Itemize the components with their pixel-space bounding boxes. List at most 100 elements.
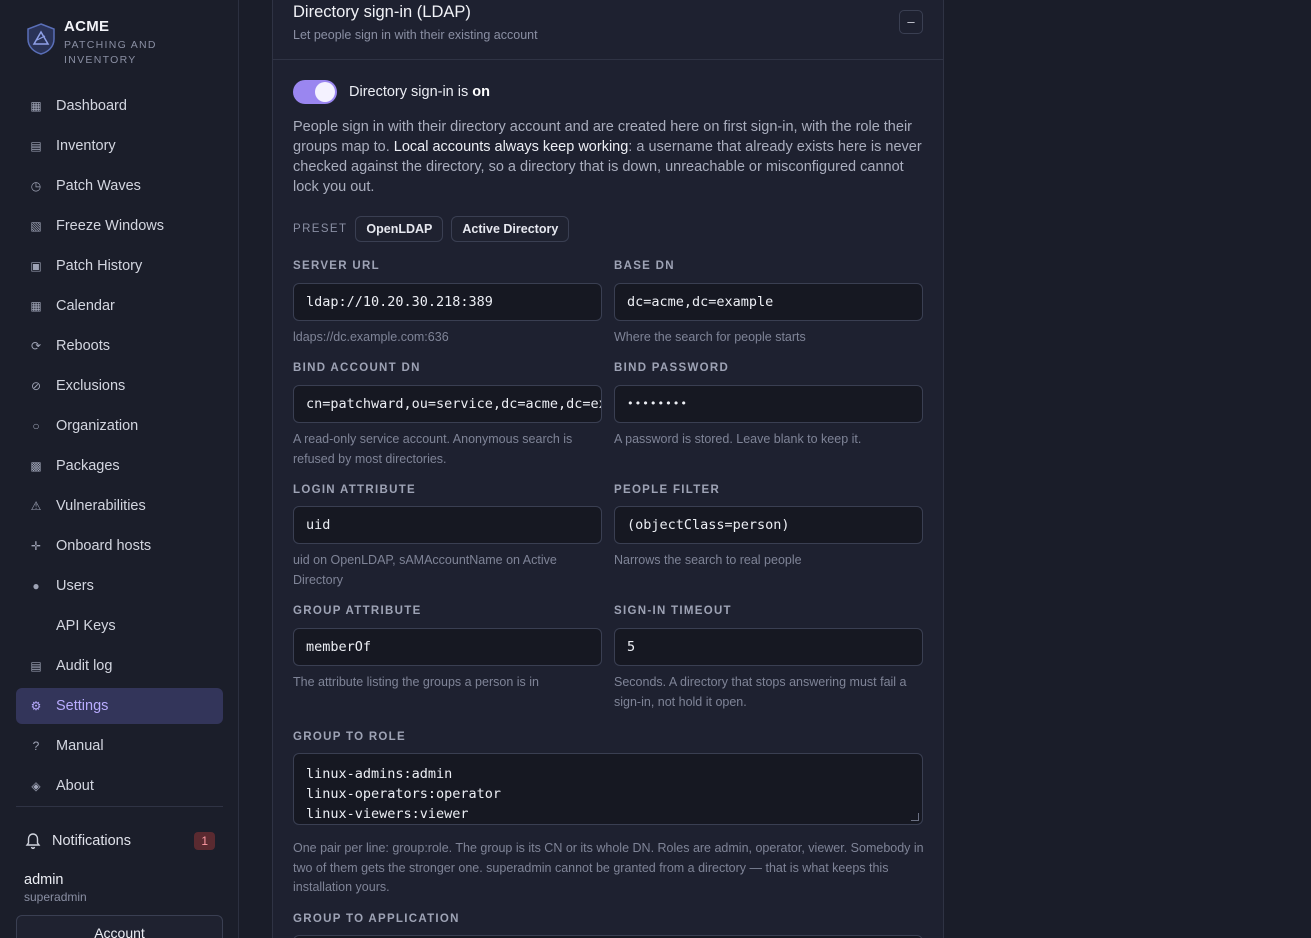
toggle-knob bbox=[315, 82, 335, 102]
bind-password-input[interactable]: •••••••• bbox=[614, 385, 923, 423]
bind-dn-label: BIND ACCOUNT DN bbox=[293, 362, 421, 374]
sidebar-item-onboard-hosts[interactable]: ✛ Onboard hosts bbox=[16, 528, 223, 564]
sidebar-item-vulnerabilities[interactable]: ⚠ Vulnerabilities bbox=[16, 488, 223, 524]
account-button[interactable]: Account bbox=[16, 915, 223, 938]
bell-icon bbox=[25, 833, 41, 850]
sidebar-item-label: Vulnerabilities bbox=[56, 498, 146, 514]
sidebar-item-label: Dashboard bbox=[56, 98, 127, 114]
ldap-settings-card: Directory sign-in (LDAP) Let people sign… bbox=[272, 0, 944, 938]
people-filter-label: PEOPLE FILTER bbox=[614, 484, 721, 496]
people-filter-help: Narrows the search to real people bbox=[614, 553, 802, 567]
toggle-label-prefix: Directory sign-in is bbox=[349, 84, 469, 100]
sidebar-item-label: Settings bbox=[56, 698, 109, 714]
sidebar-item-freeze-windows[interactable]: ▧ Freeze Windows bbox=[16, 208, 223, 244]
sidebar-item-calendar[interactable]: ▦ Calendar bbox=[16, 288, 223, 324]
sidebar-item-settings[interactable]: ⚙ Settings bbox=[16, 688, 223, 724]
notifications-count-badge: 1 bbox=[194, 832, 215, 850]
sidebar-item-organization[interactable]: ○ Organization bbox=[16, 408, 223, 444]
sidebar-item-audit-log[interactable]: ▤ Audit log bbox=[16, 648, 223, 684]
sidebar-item-label: Exclusions bbox=[56, 378, 126, 394]
user-role: superadmin bbox=[24, 890, 87, 904]
sidebar-item-users[interactable]: ● Users bbox=[16, 568, 223, 604]
calendar-icon: ▦ bbox=[30, 299, 42, 313]
sidebar-item-label: API Keys bbox=[56, 618, 116, 634]
intro-strong: Local accounts always keep working bbox=[393, 139, 629, 155]
brand-subtitle: PATCHING AND INVENTORY bbox=[64, 39, 157, 66]
sidebar-item-label: Reboots bbox=[56, 338, 111, 354]
signin-timeout-help: Seconds. A directory that stops answerin… bbox=[614, 675, 907, 709]
group-attribute-input[interactable]: memberOf bbox=[293, 628, 602, 666]
people-filter-input[interactable]: (objectClass=person) bbox=[614, 506, 923, 544]
preset-active-directory-button[interactable]: Active Directory bbox=[451, 216, 570, 242]
collapse-button[interactable]: – bbox=[899, 10, 923, 34]
signin-timeout-label: SIGN-IN TIMEOUT bbox=[614, 605, 732, 617]
sidebar-item-exclusions[interactable]: ⊘ Exclusions bbox=[16, 368, 223, 404]
directory-signin-toggle-row: Directory sign-in is on bbox=[293, 80, 490, 104]
warning-icon: ⚠ bbox=[30, 499, 42, 513]
sidebar-item-reboots[interactable]: ⟳ Reboots bbox=[16, 328, 223, 364]
brand[interactable]: ACME PATCHING AND INVENTORY bbox=[24, 18, 174, 68]
signin-timeout-input[interactable]: 5 bbox=[614, 628, 923, 666]
user-name: admin bbox=[24, 872, 64, 888]
notifications-button[interactable]: Notifications 1 bbox=[24, 828, 215, 854]
group-to-role-label: GROUP TO ROLE bbox=[293, 731, 406, 743]
brand-name: ACME bbox=[64, 18, 110, 35]
card-header: Directory sign-in (LDAP) Let people sign… bbox=[273, 0, 943, 60]
sidebar-item-label: Freeze Windows bbox=[56, 218, 164, 234]
bind-password-label: BIND PASSWORD bbox=[614, 362, 730, 374]
sidebar-item-about[interactable]: ◈ About bbox=[16, 768, 223, 804]
bind-password-help: A password is stored. Leave blank to kee… bbox=[614, 432, 862, 446]
inventory-icon: ▤ bbox=[30, 139, 42, 153]
directory-signin-toggle[interactable] bbox=[293, 80, 337, 104]
notifications-label: Notifications bbox=[52, 833, 131, 849]
group-to-role-line: linux-admins:admin bbox=[306, 766, 453, 782]
sidebar-item-label: Users bbox=[56, 578, 94, 594]
group-to-application-label: GROUP TO APPLICATION bbox=[293, 913, 460, 925]
shield-logo-icon bbox=[27, 23, 55, 55]
base-dn-help: Where the search for people starts bbox=[614, 330, 806, 344]
group-attribute-label: GROUP ATTRIBUTE bbox=[293, 605, 422, 617]
bind-dn-input[interactable]: cn=patchward,ou=service,dc=acme,dc=examp… bbox=[293, 385, 602, 423]
help-icon: ? bbox=[32, 739, 40, 753]
sidebar-item-label: Inventory bbox=[56, 138, 116, 154]
toggle-label: Directory sign-in is on bbox=[349, 84, 490, 100]
base-dn-label: BASE DN bbox=[614, 260, 675, 272]
server-url-label: SERVER URL bbox=[293, 260, 380, 272]
divider bbox=[16, 806, 223, 807]
group-to-role-textarea[interactable]: linux-admins:admin linux-operators:opera… bbox=[293, 753, 923, 825]
sidebar-item-label: Patch History bbox=[56, 258, 143, 274]
current-user: admin superadmin bbox=[24, 872, 87, 904]
sidebar-item-api-keys[interactable]: API Keys bbox=[16, 608, 223, 644]
sidebar-item-patch-history[interactable]: ▣ Patch History bbox=[16, 248, 223, 284]
group-to-role-line: linux-viewers:viewer bbox=[306, 806, 469, 822]
login-attribute-label: LOGIN ATTRIBUTE bbox=[293, 484, 416, 496]
sidebar-item-inventory[interactable]: ▤ Inventory bbox=[16, 128, 223, 164]
resize-handle[interactable] bbox=[911, 813, 919, 821]
sidebar: ACME PATCHING AND INVENTORY ▦ Dashboard ▤ I… bbox=[0, 0, 239, 938]
sidebar-item-label: Organization bbox=[56, 418, 139, 434]
server-url-input[interactable]: ldap://10.20.30.218:389 bbox=[293, 283, 602, 321]
sidebar-item-label: Patch Waves bbox=[56, 178, 141, 194]
section-subtitle: Let people sign in with their existing a… bbox=[293, 28, 538, 42]
log-icon: ▤ bbox=[30, 659, 42, 673]
server-url-help: ldaps://dc.example.com:636 bbox=[293, 330, 449, 344]
sidebar-item-packages[interactable]: ▩ Packages bbox=[16, 448, 223, 484]
organization-icon: ○ bbox=[32, 419, 40, 433]
sidebar-item-label: About bbox=[56, 778, 94, 794]
preset-openldap-button[interactable]: OpenLDAP bbox=[355, 216, 444, 242]
base-dn-input[interactable]: dc=acme,dc=example bbox=[614, 283, 923, 321]
group-attribute-help: The attribute listing the groups a perso… bbox=[293, 675, 539, 689]
package-icon: ▩ bbox=[30, 459, 42, 473]
freeze-icon: ▧ bbox=[30, 219, 42, 233]
group-to-role-line: linux-operators:operator bbox=[306, 786, 502, 802]
preset-row: PRESET OpenLDAP Active Directory bbox=[293, 216, 577, 242]
login-attribute-input[interactable]: uid bbox=[293, 506, 602, 544]
sidebar-item-dashboard[interactable]: ▦ Dashboard bbox=[16, 88, 223, 124]
sidebar-item-patch-waves[interactable]: ◷ Patch Waves bbox=[16, 168, 223, 204]
login-attribute-help: uid on OpenLDAP, sAMAccountName on Activ… bbox=[293, 553, 557, 587]
sidebar-item-manual[interactable]: ? Manual bbox=[16, 728, 223, 764]
reboot-icon: ⟳ bbox=[30, 339, 42, 353]
dashboard-icon: ▦ bbox=[30, 99, 42, 113]
sidebar-item-label: Manual bbox=[56, 738, 104, 754]
plus-icon: ✛ bbox=[30, 539, 42, 553]
